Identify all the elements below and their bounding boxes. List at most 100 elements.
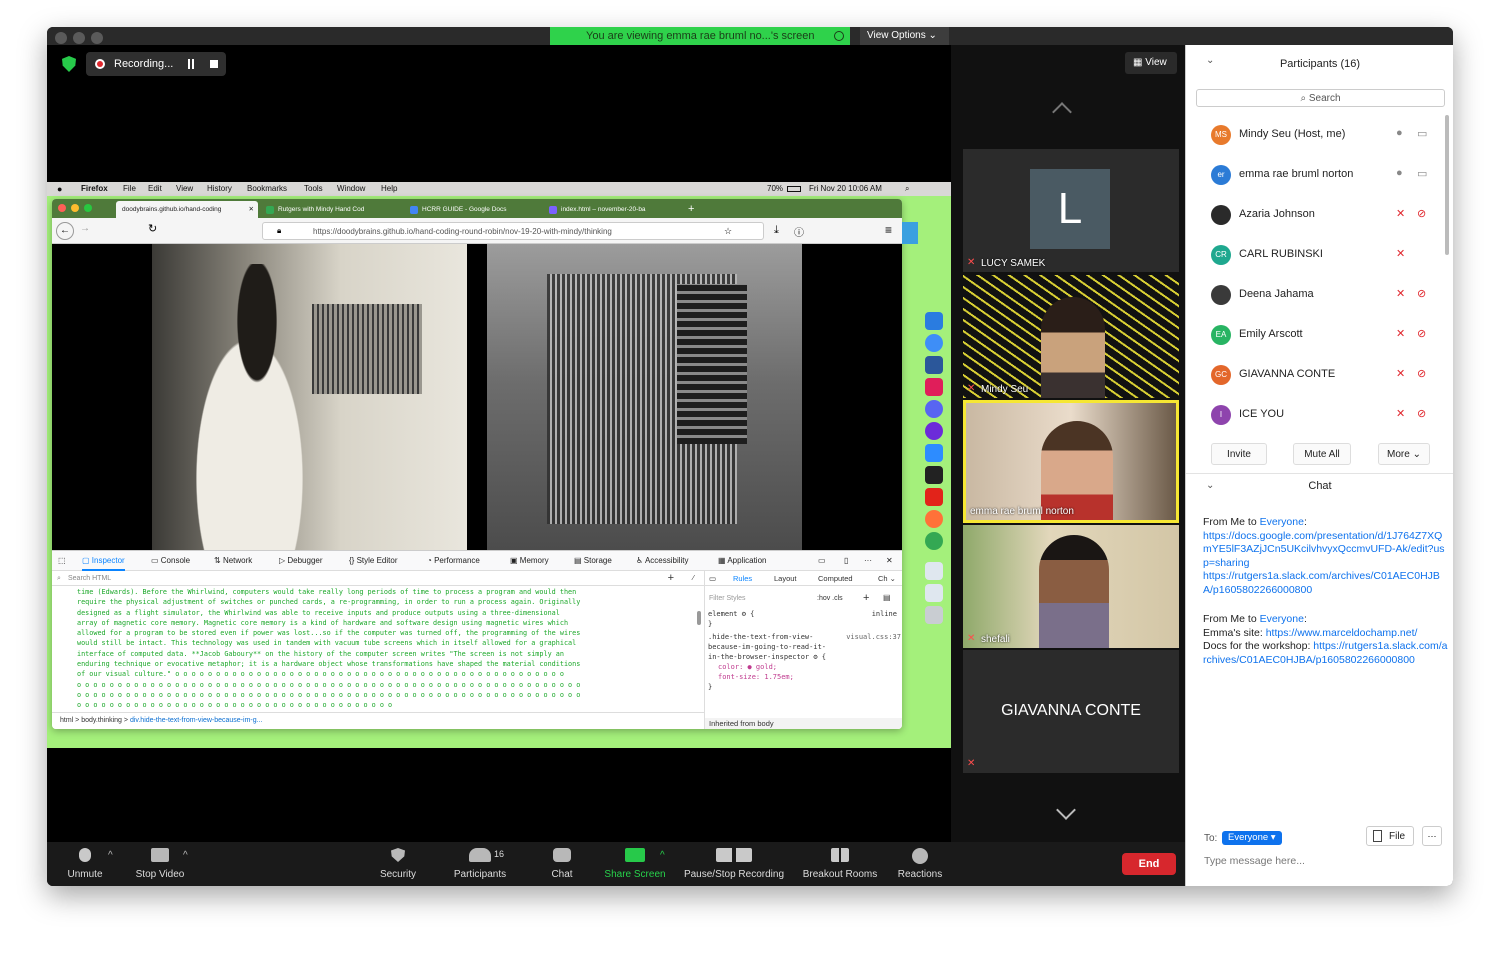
share-screen-button[interactable]: Share Screen — [601, 842, 669, 886]
clock[interactable]: Fri Nov 20 10:06 AM — [809, 182, 882, 196]
participant-row[interactable]: Azaria Johnson ⊘ ✕ — [1186, 195, 1441, 235]
forward-arrow-icon[interactable]: → — [80, 223, 90, 234]
browser-tab-active[interactable]: doodybrains.github.io/hand-coding ✕ — [116, 201, 258, 218]
pick-element-icon[interactable]: ⬚ — [58, 551, 66, 571]
mic-icon[interactable]: ● — [1396, 127, 1403, 139]
video-camera-icon[interactable]: ▭ — [1417, 167, 1427, 180]
participant-row[interactable]: er emma rae bruml norton ▭ ● — [1186, 155, 1441, 195]
video-tile[interactable]: ✕ Mindy Seu — [963, 275, 1179, 398]
chat-link[interactable]: https://rutgers1a.slack.com/archives/C01… — [1203, 570, 1448, 597]
view-options-button[interactable]: View Options ⌄ — [860, 27, 949, 45]
participants-button[interactable]: 16 Participants — [447, 842, 513, 886]
participant-scrollbar[interactable] — [1445, 115, 1449, 255]
firefox-icon[interactable] — [925, 510, 943, 528]
participant-row[interactable]: MS Mindy Seu (Host, me) ▭ ● — [1186, 115, 1441, 155]
safari-icon[interactable] — [925, 334, 943, 352]
menu-history[interactable]: History — [207, 182, 232, 196]
word-icon[interactable] — [925, 356, 943, 374]
acrobat-icon[interactable] — [925, 488, 943, 506]
close-browser-button[interactable] — [58, 204, 66, 212]
eyedropper-icon[interactable]: ⁄ — [693, 571, 694, 586]
scroll-down-chevron-icon[interactable] — [1056, 800, 1076, 820]
add-node-icon[interactable]: + — [668, 571, 674, 586]
apple-icon[interactable]: ● — [57, 182, 62, 196]
tab-changes[interactable]: Ch ⌄ — [878, 571, 896, 586]
menu-firefox[interactable]: Firefox — [81, 182, 108, 196]
participant-row[interactable]: CR CARL RUBINSKI ✕ — [1186, 235, 1441, 275]
rule-prop-font-size[interactable]: font-size: 1.75em; — [708, 672, 901, 682]
tab-computed[interactable]: Computed — [818, 571, 853, 586]
more-button[interactable]: More ⌄ — [1378, 443, 1430, 465]
breadcrumb-div[interactable]: div.hide-the-text-from-view-because-im-g… — [130, 717, 263, 724]
participant-search-input[interactable]: ⌕ Search — [1196, 89, 1445, 107]
maximize-window-button[interactable] — [91, 32, 103, 44]
view-button[interactable]: ▦ View — [1125, 52, 1177, 74]
muted-mic-icon[interactable]: ✕ — [1396, 407, 1405, 420]
reactions-button[interactable]: Reactions — [892, 842, 948, 886]
audio-options-chevron-icon[interactable]: ^ — [108, 850, 113, 861]
close-devtools-icon[interactable]: ✕ — [886, 551, 893, 571]
rule-prop-color[interactable]: color: ● gold; — [708, 662, 901, 672]
video-off-icon[interactable]: ⊘ — [1417, 367, 1426, 380]
new-tab-icon[interactable]: + — [684, 201, 702, 218]
menu-edit[interactable]: Edit — [148, 182, 162, 196]
more-options-icon[interactable]: ··· — [864, 551, 872, 571]
security-button[interactable]: Security — [373, 842, 423, 886]
video-options-chevron-icon[interactable]: ^ — [183, 850, 188, 861]
recipient-dropdown[interactable]: Everyone ▾ — [1222, 831, 1282, 845]
folder-icon[interactable] — [925, 584, 943, 602]
search-icon[interactable]: ⌕ — [905, 182, 909, 196]
tab-rules[interactable]: Rules — [733, 571, 752, 586]
participant-row[interactable]: Deena Jahama ⊘ ✕ — [1186, 275, 1441, 315]
chat-more-button[interactable]: ··· — [1422, 826, 1442, 846]
close-window-button[interactable] — [55, 32, 67, 44]
print-media-icon[interactable]: ▤ — [883, 593, 891, 602]
muted-mic-icon[interactable]: ✕ — [1396, 207, 1405, 220]
stop-recording-icon[interactable] — [210, 60, 218, 68]
dock-side-icon[interactable]: ▭ — [818, 551, 826, 571]
video-tile[interactable]: ✕ shefali — [963, 525, 1179, 648]
pause-recording-icon[interactable] — [188, 59, 194, 69]
download-icon[interactable]: ⤓ — [774, 224, 779, 237]
menu-tools[interactable]: Tools — [304, 182, 323, 196]
terminal-icon[interactable] — [925, 466, 943, 484]
tab-network[interactable]: ⇅ Network — [214, 551, 252, 571]
circle-app-icon[interactable] — [925, 422, 943, 440]
participant-row[interactable]: I ICE YOU ⊘ ✕ — [1186, 395, 1441, 433]
chat-link[interactable]: https://docs.google.com/presentation/d/1… — [1203, 530, 1448, 571]
muted-mic-icon[interactable]: ✕ — [1396, 327, 1405, 340]
html-code-text[interactable]: time (Edwards). Before the Whirlwind, co… — [77, 587, 699, 707]
participant-row[interactable]: EA Emily Arscott ⊘ ✕ — [1186, 315, 1441, 355]
browser-tab[interactable]: index.html – november-20-ba — [545, 201, 680, 218]
share-options-chevron-icon[interactable]: ^ — [660, 850, 665, 861]
breadcrumb-html[interactable]: html — [60, 717, 73, 724]
muted-mic-icon[interactable]: ✕ — [1396, 247, 1405, 260]
chat-link[interactable]: https://www.marceldochamp.net/ — [1266, 627, 1418, 639]
video-tile-active-speaker[interactable]: emma rae bruml norton — [963, 400, 1179, 523]
sidebar-toggle-icon[interactable]: ▭ — [709, 571, 716, 586]
pause-stop-recording-button[interactable]: Pause/Stop Recording — [679, 842, 789, 886]
encryption-shield-icon[interactable] — [62, 56, 76, 72]
tab-debugger[interactable]: ▷ Debugger — [279, 551, 323, 571]
tab-application[interactable]: ▦ Application — [718, 551, 766, 571]
chat-button[interactable]: Chat — [542, 842, 582, 886]
split-console-icon[interactable]: ▯ — [844, 551, 848, 571]
breadcrumb-body[interactable]: body.thinking — [81, 717, 122, 724]
video-off-icon[interactable]: ⊘ — [1417, 287, 1426, 300]
invite-button[interactable]: Invite — [1211, 443, 1267, 465]
star-icon[interactable]: ☆ — [724, 226, 732, 237]
menu-help[interactable]: Help — [381, 182, 397, 196]
zoom-icon[interactable] — [925, 444, 943, 462]
minimize-browser-button[interactable] — [71, 204, 79, 212]
chrome-icon[interactable] — [925, 532, 943, 550]
participant-row[interactable]: GC GIAVANNA CONTE ⊘ ✕ — [1186, 355, 1441, 395]
back-arrow-icon[interactable]: ← — [56, 222, 74, 240]
pseudo-class-toggle[interactable]: :hov .cls — [817, 595, 843, 602]
finder-icon[interactable] — [925, 312, 943, 330]
filter-styles-input[interactable]: Filter Styles — [709, 595, 746, 602]
tab-storage[interactable]: ▤ Storage — [574, 551, 612, 571]
menu-window[interactable]: Window — [337, 182, 365, 196]
tab-inspector[interactable]: ▢ Inspector — [82, 551, 125, 571]
chat-message-input[interactable]: Type message here... — [1204, 855, 1444, 867]
discord-icon[interactable] — [925, 400, 943, 418]
